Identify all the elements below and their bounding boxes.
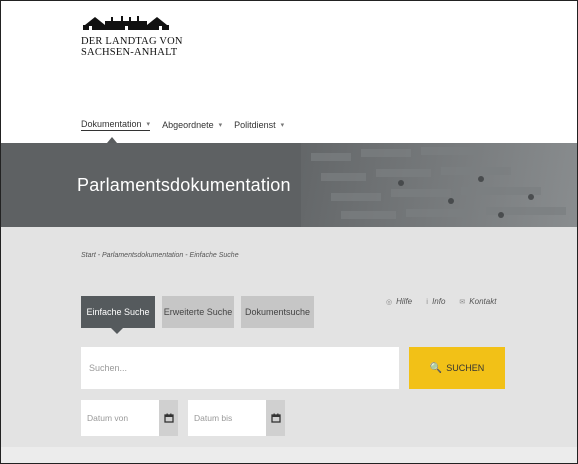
main-navigation: Dokumentation ▾ Abgeordnete ▾ Politdiens…	[81, 119, 296, 131]
search-button[interactable]: 🔍 SUCHEN	[409, 347, 505, 389]
date-to-calendar-button[interactable]	[266, 400, 285, 436]
search-row: 🔍 SUCHEN	[81, 347, 505, 389]
tab-dokumentsuche[interactable]: Dokumentsuche	[241, 296, 314, 328]
date-from-field	[81, 400, 178, 436]
content-divider	[1, 447, 577, 463]
link-label: Hilfe	[396, 297, 413, 306]
date-filter-row	[81, 400, 295, 436]
mail-icon: ✉	[459, 298, 466, 306]
logo-text-line1: DER LANDTAG VON	[81, 36, 183, 47]
page-title: Parlamentsdokumentation	[77, 175, 291, 195]
tab-einfache-suche[interactable]: Einfache Suche	[81, 296, 155, 334]
page-header-banner: Parlamentsdokumentation	[1, 143, 577, 227]
tab-erweiterte-suche[interactable]: Erweiterte Suche	[162, 296, 234, 328]
calendar-icon	[163, 413, 174, 423]
nav-item-label: Abgeordnete	[162, 120, 214, 130]
link-kontakt[interactable]: ✉ Kontakt	[459, 297, 496, 306]
link-info[interactable]: ⅰ Info	[426, 297, 445, 306]
date-to-input[interactable]	[188, 400, 266, 436]
link-label: Kontakt	[469, 297, 497, 306]
chevron-down-icon: ▾	[218, 122, 223, 129]
browser-viewport: DER LANDTAG VON SACHSEN-ANHALT Dokumenta…	[0, 0, 578, 464]
nav-item-label: Politdienst	[234, 120, 276, 130]
plenary-hall-photo	[301, 143, 577, 227]
question-icon: ◎	[386, 298, 393, 306]
nav-item-dokumentation[interactable]: Dokumentation ▾	[81, 119, 151, 131]
date-to-field	[188, 400, 285, 436]
search-input[interactable]	[81, 347, 399, 389]
date-from-calendar-button[interactable]	[159, 400, 178, 436]
search-button-label: SUCHEN	[446, 363, 485, 373]
chevron-down-icon: ▾	[280, 122, 285, 129]
nav-item-abgeordnete[interactable]: Abgeordnete ▾	[162, 119, 222, 131]
link-hilfe[interactable]: ◎ Hilfe	[386, 297, 412, 306]
search-tabs: Einfache Suche Erweiterte Suche Dokument…	[81, 296, 321, 334]
landtag-logo[interactable]: DER LANDTAG VON SACHSEN-ANHALT	[81, 15, 183, 58]
nav-item-politdienst[interactable]: Politdienst ▾	[234, 119, 284, 131]
parliament-building-icon	[83, 16, 169, 30]
info-icon: ⅰ	[426, 298, 429, 306]
calendar-icon	[270, 413, 281, 423]
date-from-input[interactable]	[81, 400, 159, 436]
link-label: Info	[432, 297, 446, 306]
logo-text-line2: SACHSEN-ANHALT	[81, 47, 178, 58]
nav-item-label: Dokumentation	[81, 119, 142, 129]
breadcrumb[interactable]: Start - Parlamentsdokumentation - Einfac…	[81, 252, 239, 259]
search-icon: 🔍	[429, 362, 443, 374]
help-links: ◎ Hilfe ⅰ Info ✉ Kontakt	[386, 297, 496, 306]
chevron-down-icon: ▾	[146, 121, 151, 128]
